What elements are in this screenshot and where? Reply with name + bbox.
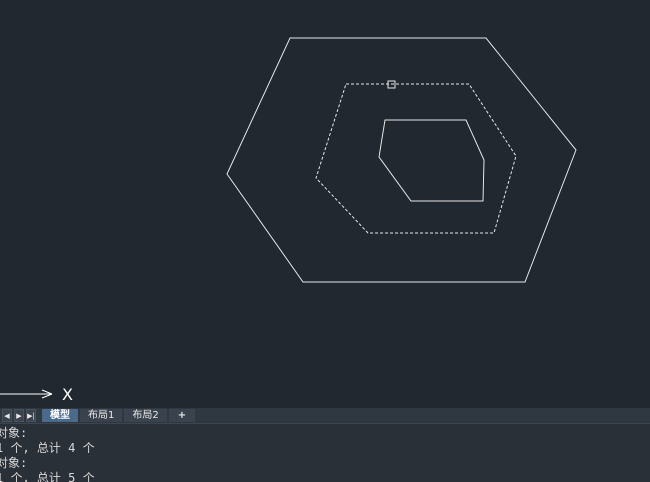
command-line-3: 对象: bbox=[0, 456, 28, 470]
ucs-x-axis-icon bbox=[0, 389, 53, 399]
drawing-svg[interactable] bbox=[0, 0, 650, 408]
add-layout-button[interactable]: + bbox=[168, 409, 196, 422]
command-line-4: 1 个, 总计 5 个 bbox=[0, 471, 95, 482]
tab-layout1[interactable]: 布局1 bbox=[80, 409, 123, 422]
drawing-canvas[interactable]: X bbox=[0, 0, 650, 408]
ucs-x-axis-label: X bbox=[62, 385, 73, 404]
outer-hexagon[interactable] bbox=[226, 37, 577, 283]
first-tab-icon[interactable]: ◀ bbox=[2, 409, 12, 422]
inner-polygon[interactable] bbox=[378, 119, 485, 202]
tab-layout2[interactable]: 布局2 bbox=[124, 409, 167, 422]
next-tab-icon[interactable]: ▶ bbox=[14, 409, 24, 422]
last-tab-icon[interactable]: ▶| bbox=[26, 409, 36, 422]
selected-offset-hexagon[interactable] bbox=[315, 83, 517, 234]
tab-model[interactable]: 模型 bbox=[42, 409, 78, 422]
cad-app: X ◀ ▶ ▶| 模型 布局1 布局2 + 对象: 1 个, 总计 4 个 对象… bbox=[0, 0, 650, 482]
command-line-2: 1 个, 总计 4 个 bbox=[0, 441, 95, 455]
command-history[interactable]: 对象: 1 个, 总计 4 个 对象: 1 个, 总计 5 个 bbox=[0, 424, 650, 482]
layout-tab-bar: ◀ ▶ ▶| 模型 布局1 布局2 + bbox=[0, 408, 650, 424]
command-line-1: 对象: bbox=[0, 426, 28, 440]
